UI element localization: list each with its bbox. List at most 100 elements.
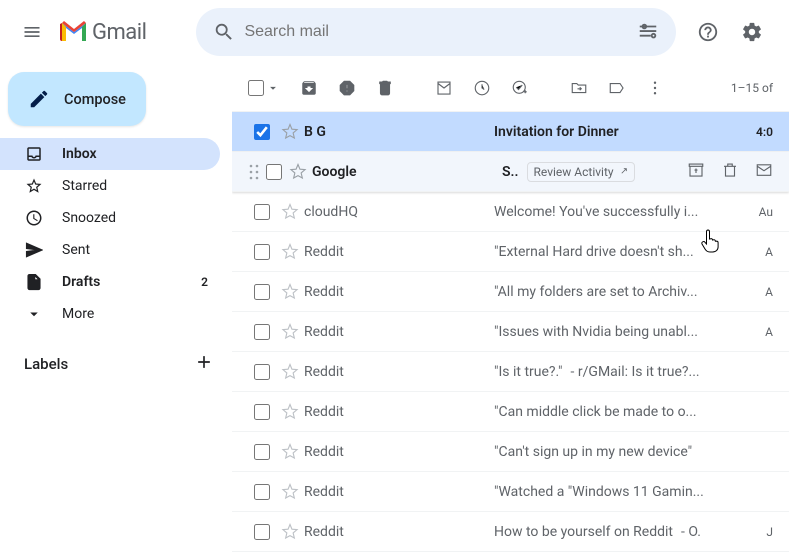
email-row[interactable]: Reddit "All my folders are set to Archiv… — [232, 272, 789, 312]
row-checkbox[interactable] — [248, 524, 276, 540]
sidebar-item-starred[interactable]: Starred — [0, 170, 220, 202]
row-delete-button[interactable] — [721, 161, 739, 183]
drag-handle-icon[interactable] — [248, 163, 264, 181]
help-button[interactable] — [688, 12, 728, 52]
folder-icon — [570, 79, 588, 97]
row-archive-button[interactable] — [687, 161, 705, 183]
sidebar-item-sent[interactable]: Sent — [0, 234, 220, 266]
pencil-icon — [28, 88, 50, 110]
star-toggle[interactable] — [276, 283, 304, 301]
subject: "External Hard drive doesn't sh... — [494, 244, 694, 260]
search-bar[interactable] — [196, 8, 676, 56]
sidebar-item-inbox[interactable]: Inbox — [0, 138, 220, 170]
email-row[interactable]: B G Invitation for Dinner 4:0 — [232, 112, 789, 152]
settings-button[interactable] — [732, 12, 772, 52]
row-checkbox[interactable] — [248, 444, 276, 460]
star-toggle[interactable] — [276, 123, 304, 141]
review-activity-chip[interactable]: Review Activity — [527, 162, 635, 182]
mark-unread-button[interactable] — [435, 79, 453, 97]
spam-icon — [338, 79, 356, 97]
email-row[interactable]: Reddit "Can't sign up in my new device" — [232, 432, 789, 472]
email-row[interactable]: Reddit "Is it true?." - r/GMail: Is it t… — [232, 352, 789, 392]
star-icon — [281, 523, 299, 541]
compose-label: Compose — [64, 91, 126, 108]
add-label-button[interactable] — [194, 352, 214, 376]
toolbar: 1–15 of — [232, 64, 789, 112]
main-menu-button[interactable] — [8, 8, 56, 56]
sidebar-item-more[interactable]: More — [0, 298, 220, 330]
date: A — [733, 245, 773, 259]
gear-icon — [741, 21, 763, 43]
subject: "Can't sign up in my new device" — [494, 444, 692, 460]
more-button[interactable] — [646, 79, 664, 97]
row-checkbox[interactable] — [248, 484, 276, 500]
star-toggle[interactable] — [276, 243, 304, 261]
star-toggle[interactable] — [276, 523, 304, 541]
email-row[interactable]: Reddit "Issues with Nvidia being unabl..… — [232, 312, 789, 352]
row-mark-unread-button[interactable] — [755, 161, 773, 183]
email-row[interactable]: Google S.. Review Activity — [232, 152, 789, 192]
star-toggle[interactable] — [276, 403, 304, 421]
email-row[interactable]: Reddit How to be yourself on Reddit - O.… — [232, 512, 789, 552]
subject: Invitation for Dinner — [494, 124, 619, 140]
preview: - r/GMail: Is it true?... — [571, 364, 700, 380]
hamburger-icon — [22, 22, 42, 42]
email-row[interactable]: Reddit "Can middle click be made to o... — [232, 392, 789, 432]
search-input[interactable] — [244, 23, 628, 41]
sender: Reddit — [304, 284, 494, 300]
star-icon — [281, 243, 299, 261]
preview: - O. — [681, 524, 701, 540]
search-container — [196, 8, 676, 56]
search-options-icon[interactable] — [628, 21, 668, 43]
star-toggle[interactable] — [276, 483, 304, 501]
delete-button[interactable] — [376, 79, 394, 97]
row-checkbox[interactable] — [248, 364, 276, 380]
row-checkbox[interactable] — [248, 244, 276, 260]
star-icon — [281, 403, 299, 421]
open-icon — [618, 167, 628, 177]
row-checkbox[interactable] — [248, 204, 276, 220]
star-icon — [281, 123, 299, 141]
report-spam-button[interactable] — [338, 79, 356, 97]
labels-button[interactable] — [608, 79, 626, 97]
move-to-button[interactable] — [570, 79, 588, 97]
star-toggle[interactable] — [284, 163, 312, 181]
sender: Reddit — [304, 324, 494, 340]
labels-text: Labels — [24, 355, 68, 373]
label-icon — [608, 79, 626, 97]
sender: cloudHQ — [304, 204, 494, 220]
search-icon[interactable] — [204, 21, 244, 43]
compose-button[interactable]: Compose — [8, 72, 146, 126]
subject: "Watched a "Windows 11 Gamin... — [494, 484, 704, 500]
sidebar-item-snoozed[interactable]: Snoozed — [0, 202, 220, 234]
email-row[interactable]: Reddit "External Hard drive doesn't sh..… — [232, 232, 789, 272]
clock-icon — [473, 79, 491, 97]
select-all-checkbox[interactable] — [248, 80, 280, 96]
chevron-down-icon[interactable] — [266, 81, 280, 95]
trash-icon — [376, 79, 394, 97]
sender: Reddit — [304, 444, 494, 460]
email-row[interactable]: Reddit "Watched a "Windows 11 Gamin... — [232, 472, 789, 512]
email-row[interactable]: cloudHQ Welcome! You've successfully i..… — [232, 192, 789, 232]
star-toggle[interactable] — [276, 363, 304, 381]
add-task-button[interactable] — [511, 79, 529, 97]
row-checkbox[interactable] — [248, 284, 276, 300]
date: A — [733, 325, 773, 339]
snooze-button[interactable] — [473, 79, 491, 97]
archive-button[interactable] — [300, 79, 318, 97]
row-checkbox[interactable] — [248, 404, 276, 420]
row-checkbox[interactable] — [264, 164, 284, 180]
labels-heading: Labels — [0, 348, 232, 380]
star-toggle[interactable] — [276, 443, 304, 461]
row-checkbox[interactable] — [248, 124, 276, 140]
sender: Reddit — [304, 484, 494, 500]
gmail-logo[interactable]: Gmail — [60, 20, 146, 45]
star-toggle[interactable] — [276, 203, 304, 221]
sidebar-label: Starred — [62, 178, 208, 194]
sidebar-item-drafts[interactable]: Drafts 2 — [0, 266, 220, 298]
chevron-down-icon — [24, 305, 44, 323]
row-checkbox[interactable] — [248, 324, 276, 340]
plus-icon — [194, 352, 214, 372]
star-toggle[interactable] — [276, 323, 304, 341]
sender: Reddit — [304, 364, 494, 380]
